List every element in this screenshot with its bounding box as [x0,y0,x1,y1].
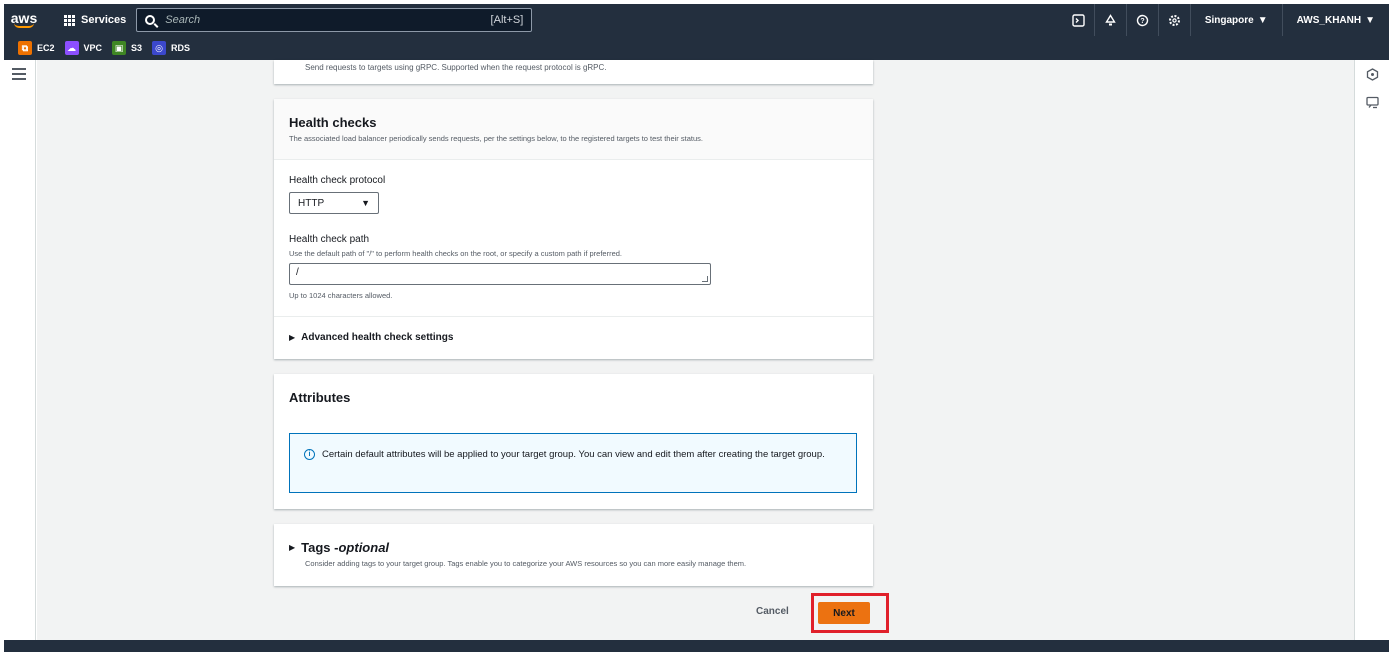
services-label: Services [81,14,127,26]
advanced-settings-label: Advanced health check settings [301,332,454,343]
aws-smile-icon [14,23,34,28]
health-check-path-description: Use the default path of "/" to perform h… [289,249,622,258]
search-placeholder: Search [165,14,201,26]
resize-handle-icon[interactable] [702,276,708,282]
path-value: / [296,267,299,278]
tags-expander[interactable]: ▶ Tags - optional [289,540,389,555]
cancel-button[interactable]: Cancel [756,606,789,617]
attributes-info-alert: i Certain default attributes will be app… [289,433,857,493]
ec2-icon: ⧉ [18,41,32,55]
help-icon[interactable]: ? [1127,4,1159,36]
right-rail [1354,60,1389,640]
health-checks-description: The associated load balancer periodicall… [289,134,703,143]
region-selector[interactable]: Singapore ▼ [1191,4,1283,36]
search-icon [145,15,156,25]
rds-icon: ◎ [152,41,167,55]
favorite-s3[interactable]: ▣ S3 [112,41,142,55]
favorites-bar: ⧉ EC2 ☁ VPC ▣ S3 ◎ RDS [4,36,1389,60]
nav-right-group: ? Singapore ▼ AWS_KHANH ▼ [1063,4,1389,36]
caret-down-icon: ▼ [361,198,370,208]
info-icon: i [304,449,315,460]
bottom-bar [4,640,1389,652]
feedback-icon[interactable] [1364,94,1380,110]
aws-logo[interactable]: aws [4,4,44,36]
cloudshell-icon[interactable] [1063,4,1095,36]
tags-panel: ▶ Tags - optional Consider adding tags t… [274,524,873,586]
account-menu[interactable]: AWS_KHANH ▼ [1283,4,1389,36]
s3-icon: ▣ [112,41,127,55]
aws-console-window: aws Services Search [Alt+S] ? Singapore … [0,0,1389,652]
tags-description: Consider adding tags to your target grou… [305,559,747,568]
left-rail [4,60,36,640]
search-shortcut: [Alt+S] [490,14,524,26]
caret-down-icon: ▼ [1257,14,1268,26]
attributes-panel: Attributes i Certain default attributes … [274,374,873,509]
tags-title: Tags - [301,540,339,555]
top-navigation-bar: aws Services Search [Alt+S] ? Singapore … [4,4,1389,36]
health-check-protocol-select[interactable]: HTTP ▼ [289,192,379,214]
health-check-path-input[interactable]: / [289,263,711,285]
next-button-highlight [811,593,889,633]
caret-down-icon: ▼ [1365,14,1375,26]
region-label: Singapore [1204,14,1254,26]
health-check-path-label: Health check path [289,234,370,245]
gear-icon[interactable] [1159,4,1191,36]
svg-text:?: ? [1140,18,1144,25]
protocol-version-panel: Send requests to targets using gRPC. Sup… [274,60,873,84]
services-menu-button[interactable]: Services [64,14,126,26]
divider [274,316,873,317]
grid-icon [64,14,75,26]
vpc-icon: ☁ [64,41,79,55]
bell-icon[interactable] [1095,4,1127,36]
favorite-label: RDS [171,43,191,53]
advanced-health-check-expander[interactable]: ▶ Advanced health check settings [289,332,453,343]
favorite-vpc[interactable]: ☁ VPC [64,41,103,55]
favorite-rds[interactable]: ◎ RDS [152,41,190,55]
health-check-protocol-label: Health check protocol [289,175,386,186]
favorite-label: VPC [83,43,103,53]
health-checks-title: Health checks [289,115,377,130]
account-label: AWS_KHANH [1296,14,1362,26]
menu-icon[interactable] [12,68,26,80]
protocol-selected-value: HTTP [298,197,325,209]
caret-right-icon: ▶ [289,333,296,342]
tags-optional-label: optional [338,540,390,555]
health-checks-header: Health checks The associated load balanc… [274,99,873,160]
search-input[interactable]: Search [Alt+S] [136,8,533,32]
favorite-ec2[interactable]: ⧉ EC2 [18,41,55,55]
health-checks-panel: Health checks The associated load balanc… [274,99,873,359]
attributes-info-text: Certain default attributes will be appli… [322,449,825,460]
favorite-label: S3 [131,43,143,53]
caret-right-icon: ▶ [289,543,296,552]
hexagon-info-icon[interactable] [1364,66,1380,82]
favorite-label: EC2 [37,43,55,53]
attributes-title: Attributes [289,390,351,405]
grpc-description: Send requests to targets using gRPC. Sup… [305,63,607,72]
path-constraint-text: Up to 1024 characters allowed. [289,291,393,300]
